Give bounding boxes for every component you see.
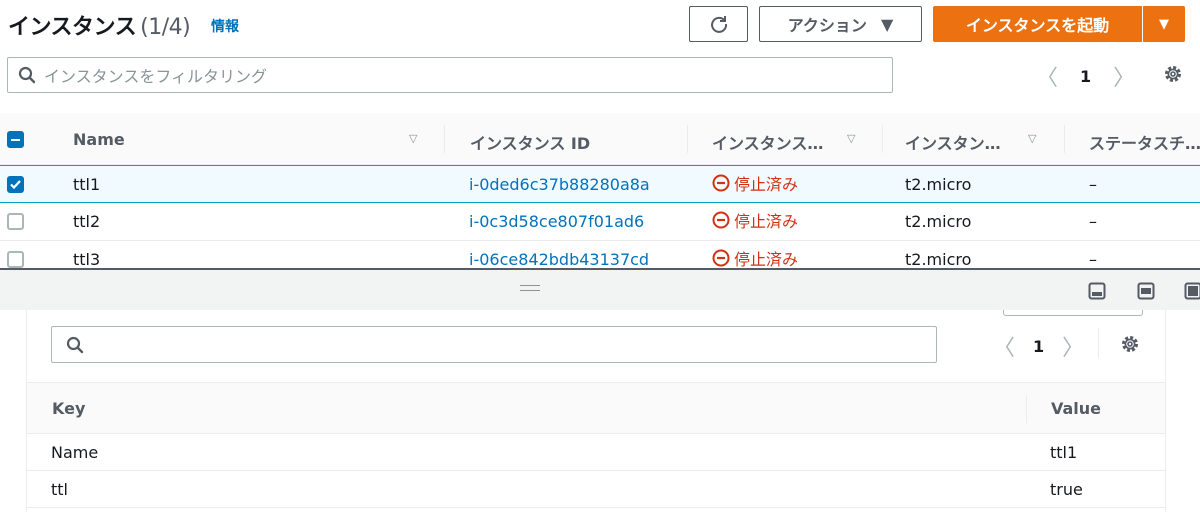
column-divider[interactable] [882,125,883,153]
stopped-status-icon [712,211,730,229]
instance-name: ttl3 [73,250,101,269]
caret-down-icon: ▼ [1159,16,1169,32]
column-header-instance-state[interactable]: インスタンス… [712,130,823,154]
check-icon [10,180,21,190]
table-row: Name ttl1 [27,434,1165,471]
tags-table-header: Key Value [27,382,1165,434]
table-row: ttl true [27,471,1165,508]
instance-name: ttl1 [73,175,101,194]
page-number[interactable]: 1 [1033,337,1044,356]
panel-bottom-button[interactable] [1088,282,1106,304]
tag-value: true [1050,480,1083,499]
instance-type: t2.micro [905,175,972,194]
status-check: – [1089,175,1097,194]
tag-search-input[interactable] [51,326,937,363]
column-divider[interactable] [1064,125,1065,153]
actions-button[interactable]: アクション ▼ [759,6,922,42]
divider [1098,328,1099,358]
resize-handle-icon[interactable] [520,285,540,291]
instance-state: 停止済み [712,208,798,232]
row-checkbox[interactable] [7,213,24,230]
chevron-left-icon[interactable]: 〈 [993,330,1015,362]
instances-table-header: Name ▽ インスタンス ID インスタンス… ▽ インスタン… ▽ ステータ… [0,113,1200,165]
instance-id-link[interactable]: i-06ce842bdb43137cd [469,250,649,269]
instance-state-label: 停止済み [734,175,799,194]
tags-pagination: 〈 1 〉 [993,330,1084,362]
instance-state-label: 停止済み [734,250,799,269]
tags-preferences-button[interactable] [1120,334,1140,358]
tags-panel: 〈 1 〉 Key Value Name ttl1 ttl true [26,310,1166,512]
split-panel-header [0,268,1200,310]
page-number[interactable]: 1 [1080,67,1091,86]
panel-bottom-icon [1088,282,1106,300]
instance-id-link[interactable]: i-0ded6c37b88280a8a [469,175,650,194]
panel-full-button[interactable] [1184,282,1200,304]
column-divider[interactable] [1026,395,1027,423]
refresh-button[interactable] [689,6,748,42]
search-icon [18,66,36,84]
stopped-status-icon [712,249,730,267]
tag-value: ttl1 [1050,443,1078,462]
column-header-name[interactable]: Name [73,130,125,149]
row-checkbox[interactable] [7,176,24,193]
status-check: – [1089,212,1097,231]
actions-label: アクション [787,16,867,35]
table-row[interactable]: ttl2 i-0c3d58ce807f01ad6 停止済み t2.micro – [0,203,1200,241]
page-header: インスタンス (1/4) 情報 アクション ▼ インスタンスを起動 ▼ [0,0,1200,50]
tag-key: ttl [51,480,68,499]
filter-placeholder: インスタンスをフィルタリング [44,67,268,86]
launch-label: インスタンスを起動 [965,16,1110,35]
launch-instance-button[interactable]: インスタンスを起動 [933,6,1142,42]
instance-state-label: 停止済み [734,212,799,231]
panel-side-button[interactable] [1137,282,1155,304]
gear-icon [1122,336,1138,352]
stopped-status-icon [712,174,730,192]
column-divider[interactable] [444,125,445,153]
status-check: – [1089,250,1097,269]
sort-icon[interactable]: ▽ [1028,132,1036,145]
column-header-instance-id[interactable]: インスタンス ID [470,130,590,154]
panel-full-icon [1184,282,1200,300]
instance-name: ttl2 [73,212,101,231]
select-all-checkbox[interactable] [7,131,24,148]
instance-filter-input[interactable]: インスタンスをフィルタリング [7,57,893,93]
column-header-status-check[interactable]: ステータスチ… [1089,130,1200,154]
gear-icon [1165,66,1181,82]
refresh-icon [710,16,727,33]
sort-icon[interactable]: ▽ [847,132,855,145]
instance-state: 停止済み [712,246,798,270]
chevron-left-icon[interactable]: 〈 [1036,60,1058,92]
manage-tags-button[interactable] [1003,310,1143,316]
sort-icon[interactable]: ▽ [409,132,417,145]
row-checkbox[interactable] [7,251,24,268]
column-header-instance-type[interactable]: インスタン… [905,130,1001,154]
chevron-right-icon[interactable]: 〉 [1113,60,1135,92]
page-title: インスタンス (1/4) [8,9,191,41]
info-link[interactable]: 情報 [211,16,239,36]
preferences-button[interactable] [1163,64,1183,88]
instance-id-link[interactable]: i-0c3d58ce807f01ad6 [469,212,644,231]
search-icon [66,336,84,353]
column-header-key[interactable]: Key [52,399,85,418]
chevron-right-icon[interactable]: 〉 [1062,330,1084,362]
table-row[interactable]: ttl1 i-0ded6c37b88280a8a 停止済み t2.micro – [0,165,1200,203]
instance-state: 停止済み [712,171,798,195]
caret-down-icon: ▼ [880,14,894,34]
column-header-value[interactable]: Value [1051,399,1101,418]
column-divider[interactable] [687,125,688,153]
instance-type: t2.micro [905,212,972,231]
selection-count: (1/4) [140,15,191,40]
panel-side-icon [1137,282,1155,300]
page-title-text: インスタンス [8,15,137,40]
launch-dropdown-button[interactable]: ▼ [1143,6,1185,42]
pagination: 〈 1 〉 [1036,60,1135,92]
instance-type: t2.micro [905,250,972,269]
tag-key: Name [51,443,99,462]
